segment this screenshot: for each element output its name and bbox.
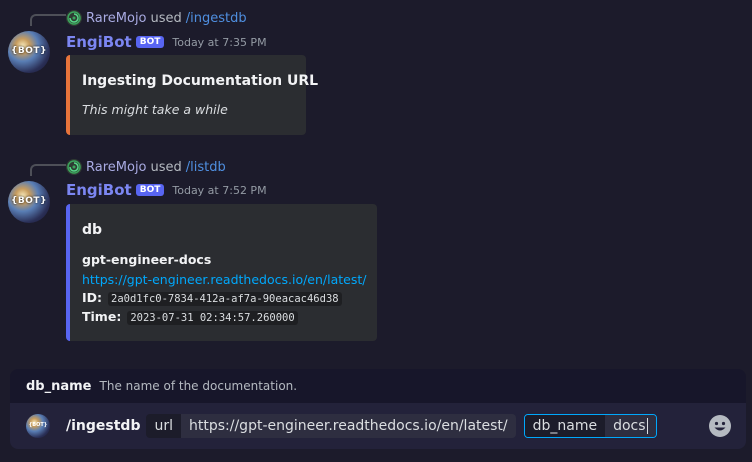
hint-option-description: The name of the documentation. [99, 379, 298, 393]
db-name-value-text: docs [613, 418, 646, 434]
timestamp: Today at 7:52 PM [172, 183, 267, 197]
db-name-option[interactable]: db_name docs [523, 414, 657, 438]
embed-card: db gpt-engineer-docs https://gpt-enginee… [66, 204, 377, 341]
id-row: ID: 2a0d1fc0-7834-412a-af7a-90eacac46d38 [82, 290, 342, 306]
bot-badge: BOT [135, 184, 165, 196]
reply-command[interactable]: /listdb [186, 160, 226, 175]
url-option-value[interactable]: https://gpt-engineer.readthedocs.io/en/l… [181, 414, 516, 438]
hint-option-name: db_name [26, 378, 92, 394]
bot-badge: BOT [135, 36, 165, 48]
avatar-label: {BOT} [11, 46, 47, 56]
embed-card: Ingesting Documentation URL This might t… [66, 55, 318, 135]
time-label: Time: [82, 309, 122, 324]
avatar[interactable]: {BOT} [8, 181, 50, 223]
avatar-label: {BOT} [11, 196, 47, 206]
reply-connector [30, 164, 66, 176]
url-option-label: url [146, 414, 181, 438]
timestamp: Today at 7:35 PM [172, 35, 267, 49]
id-label: ID: [82, 290, 103, 305]
reply-username[interactable]: RareMojo [86, 160, 147, 175]
spiral-avatar-icon [66, 159, 82, 175]
text-caret [646, 418, 648, 434]
command-name: /ingestdb [66, 418, 141, 434]
time-value: 2023-07-31 02:34:57.260000 [127, 311, 298, 325]
url-option[interactable]: url https://gpt-engineer.readthedocs.io/… [146, 414, 516, 438]
docs-link[interactable]: https://gpt-engineer.readthedocs.io/en/l… [82, 272, 367, 287]
embed-title: Ingesting Documentation URL [82, 73, 319, 89]
reply-used-text: used [150, 159, 182, 175]
reply-preview[interactable]: RareMojo used /listdb [66, 158, 226, 176]
command-bot-avatar-label: {BOT} [28, 422, 48, 428]
db-name-option-value[interactable]: docs [605, 415, 656, 437]
embed-title: db [82, 222, 103, 238]
reply-preview[interactable]: RareMojo used /ingestdb [66, 9, 247, 27]
reply-command[interactable]: /ingestdb [186, 11, 247, 26]
reply-connector [30, 14, 66, 26]
command-input-bar[interactable]: {BOT} /ingestdb url https://gpt-engineer… [10, 403, 746, 449]
author-name[interactable]: EngiBot [66, 181, 132, 199]
id-value: 2a0d1fc0-7834-412a-af7a-90eacac46d38 [108, 292, 342, 306]
spiral-avatar-icon [66, 10, 82, 26]
chat-screen: RareMojo used /ingestdb {BOT} EngiBot BO… [0, 0, 752, 462]
reply-used-text: used [150, 10, 182, 26]
embed-field-name: gpt-engineer-docs [82, 252, 212, 267]
emoji-smile-icon[interactable] [708, 414, 732, 438]
message-header: EngiBot BOT Today at 7:52 PM [66, 180, 267, 200]
option-hint: db_name The name of the documentation. [10, 369, 746, 403]
db-name-option-label: db_name [524, 415, 606, 437]
time-row: Time: 2023-07-31 02:34:57.260000 [82, 309, 298, 325]
message-header: EngiBot BOT Today at 7:35 PM [66, 32, 267, 52]
author-name[interactable]: EngiBot [66, 33, 132, 51]
reply-username[interactable]: RareMojo [86, 11, 147, 26]
command-bot-avatar: {BOT} [26, 414, 50, 438]
embed-description: This might take a while [82, 102, 228, 117]
avatar[interactable]: {BOT} [8, 31, 50, 73]
